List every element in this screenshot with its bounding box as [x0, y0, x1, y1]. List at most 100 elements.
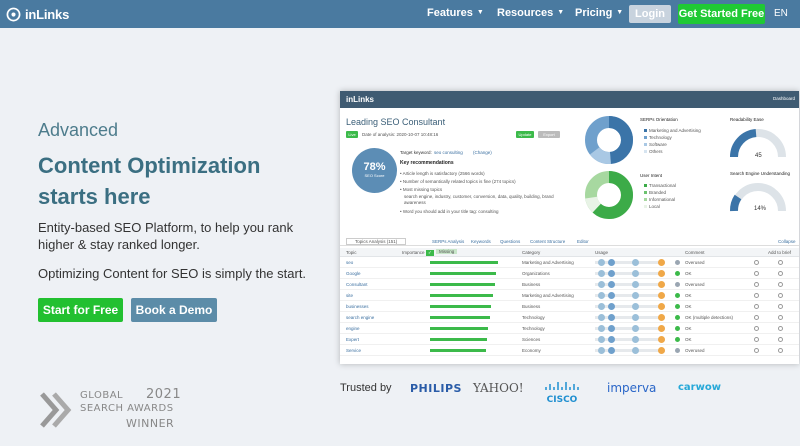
brief-radio: [778, 337, 783, 342]
row-topic: Consultant: [346, 282, 368, 287]
serp-legend-item: Software: [644, 142, 667, 147]
headline-line-1: Content Optimization: [38, 153, 261, 178]
target-keyword-label: Target keyword:: [400, 150, 432, 155]
collapse-link: Collapse: [778, 239, 796, 244]
table-row: engine Technology OK: [340, 324, 799, 334]
row-topic: site: [346, 293, 354, 298]
brief-radio: [778, 304, 783, 309]
hero-description: Entity-based SEO Platform, to help you r…: [38, 220, 294, 252]
serp-legend-label: Technology: [649, 135, 672, 140]
award-line-2: SEARCH AWARDS: [80, 403, 174, 414]
brief-radio: [778, 271, 783, 276]
intent-legend-label: Informational: [649, 197, 676, 202]
login-button[interactable]: Login: [629, 5, 671, 23]
analysis-date: Date of analysis: 2020-10-07 10:48:16: [362, 132, 439, 137]
importance-bar: [430, 294, 493, 297]
intent-legend-item: Informational: [644, 197, 675, 202]
brief-radio: [754, 293, 759, 298]
brief-radio: [778, 282, 783, 287]
row-topic: Expert: [346, 337, 360, 342]
recommendation-text: Article length is satisfactory (2566 wor…: [402, 171, 485, 176]
row-comment: Overused: [685, 282, 705, 287]
dashboard-link: Dashboard: [772, 96, 795, 101]
brief-radio: [778, 348, 783, 353]
row-topic: engine: [346, 326, 360, 331]
usage-marker: [632, 314, 639, 321]
usage-marker: [608, 325, 615, 332]
col-missing: Missing: [436, 249, 458, 254]
usage-marker: [598, 325, 605, 332]
serp-legend-item: Technology: [644, 135, 672, 140]
table-row: Expert Sciences OK: [340, 335, 799, 345]
usage-track: [595, 305, 665, 308]
seo-score-value: 78%: [363, 161, 386, 173]
ok-check-icon: [675, 271, 680, 276]
usage-marker: [608, 314, 615, 321]
recommendation-item: • Most missing topics: [400, 187, 443, 192]
serp-legend-label: Marketing and Advertising: [649, 128, 701, 133]
analysis-tabs: Topics Analysis (151) SERPs Analysis Key…: [340, 236, 799, 246]
usage-marker: [598, 281, 605, 288]
recommendation-item: • Number of semantically related topics …: [400, 179, 516, 184]
nav-resources[interactable]: Resources ▼: [497, 7, 564, 19]
dashboard-page-title: Leading SEO Consultant: [346, 117, 446, 127]
seo-score-label: SEO Score: [364, 173, 385, 178]
intent-legend-item: Local: [644, 204, 660, 209]
legend-swatch: [644, 143, 647, 146]
serp-legend-label: Others: [649, 149, 663, 154]
brief-radio: [754, 315, 759, 320]
importance-bar: [430, 283, 495, 286]
chevron-down-icon: ▼: [476, 9, 484, 16]
overused-icon: [675, 348, 680, 353]
intent-legend-item: Transactional: [644, 183, 676, 188]
serp-orientation-title: SERPs Orientation: [640, 117, 678, 122]
row-category: Marketing and Advertising: [522, 260, 574, 265]
usage-marker: [598, 270, 605, 277]
language-selector[interactable]: EN: [774, 8, 788, 19]
row-comment: Overused: [685, 348, 705, 353]
brief-radio: [778, 315, 783, 320]
col-category: Category: [522, 250, 541, 255]
usage-marker: [658, 270, 665, 277]
usage-track: [595, 316, 665, 319]
recommendation-text: Number of semantically related topics is…: [402, 179, 516, 184]
usage-marker: [658, 325, 665, 332]
legend-swatch: [644, 129, 647, 132]
recommendation-text: Most missing topics: [402, 187, 443, 192]
usage-marker: [632, 270, 639, 277]
usage-marker: [632, 281, 639, 288]
row-category: Sciences: [522, 337, 541, 342]
dashboard-logo: inLinks: [346, 95, 375, 104]
usage-marker: [658, 314, 665, 321]
usage-marker: [598, 259, 605, 266]
recommendation-text: Word you should add in your title tag: c…: [402, 209, 499, 214]
tab-serps-analysis: SERPs Analysis: [432, 239, 465, 244]
nav-resources-label: Resources: [497, 7, 554, 19]
book-demo-button[interactable]: Book a Demo: [131, 298, 217, 322]
site-logo[interactable]: inLinks: [6, 6, 69, 22]
nav-pricing[interactable]: Pricing ▼: [575, 7, 623, 19]
logo-text: inLinks: [25, 6, 70, 22]
readability-value: 45: [755, 153, 762, 159]
ok-check-icon: [675, 315, 680, 320]
nav-pricing-label: Pricing: [575, 7, 613, 19]
nav-features[interactable]: Features ▼: [427, 7, 484, 19]
legend-swatch: [644, 198, 647, 201]
tab-keywords: Keywords: [471, 239, 491, 244]
status-chip: Live Link: [346, 131, 358, 144]
brand-logo-philips: PHILIPS: [410, 382, 462, 395]
get-started-button[interactable]: Get Started Free: [678, 4, 765, 24]
row-category: Business: [522, 304, 541, 309]
chevron-down-icon: ▼: [557, 9, 565, 16]
importance-bar: [430, 272, 496, 275]
importance-bar: [430, 305, 491, 308]
target-keyword-value: seo consulting: [434, 150, 463, 155]
usage-marker: [632, 325, 639, 332]
brief-radio: [754, 326, 759, 331]
usage-track: [595, 272, 665, 275]
award-line-3: WINNER: [126, 417, 175, 430]
trusted-by-label: Trusted by: [340, 382, 392, 394]
start-free-button[interactable]: Start for Free: [38, 298, 123, 322]
legend-swatch: [644, 150, 647, 153]
brand-logo-imperva: imperva: [607, 381, 657, 395]
